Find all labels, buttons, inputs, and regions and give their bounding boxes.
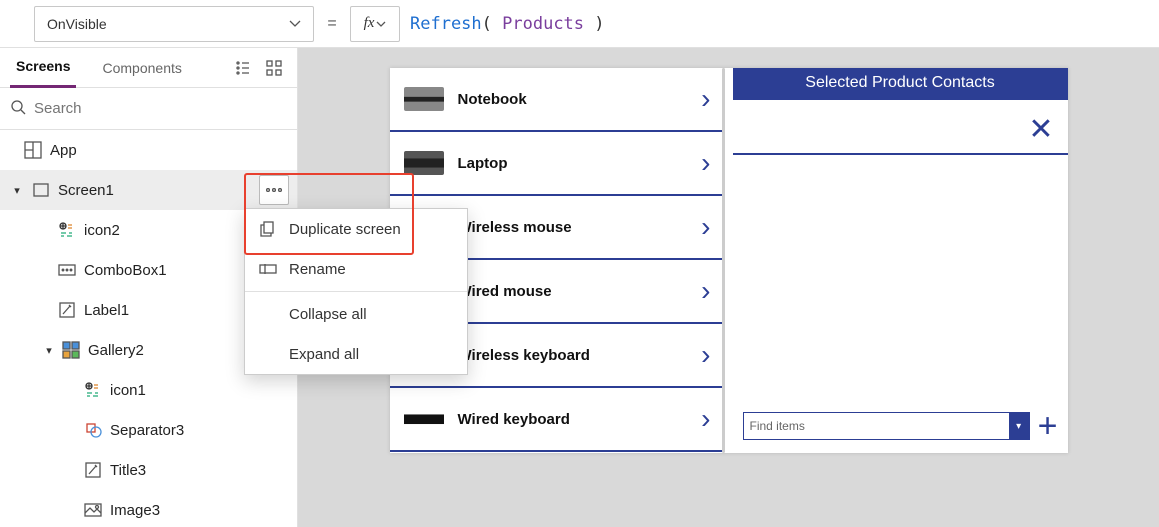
tree-tabs: Screens Components <box>0 48 297 88</box>
product-name: Wireless mouse <box>458 219 688 236</box>
tree-search <box>0 88 297 130</box>
property-selector-label: OnVisible <box>47 16 107 32</box>
app-icon <box>22 141 44 159</box>
chevron-right-icon[interactable]: › <box>701 83 710 115</box>
menu-separator <box>245 291 467 292</box>
expand-icon[interactable]: ▾ <box>10 184 24 197</box>
property-selector[interactable]: OnVisible <box>34 6 314 42</box>
rename-icon <box>259 263 277 275</box>
menu-collapse-all[interactable]: Collapse all <box>245 294 467 334</box>
chevron-down-icon <box>289 16 301 32</box>
formula-input[interactable]: Refresh( Products ) <box>408 14 605 34</box>
more-options-button[interactable] <box>259 175 289 205</box>
contacts-panel: Selected Product Contacts ✕ Find items ▾… <box>733 68 1068 453</box>
menu-label: Collapse all <box>289 306 367 323</box>
group-icon <box>82 381 104 399</box>
grid-view-icon[interactable] <box>261 55 287 81</box>
tab-components[interactable]: Components <box>96 48 187 88</box>
label-icon <box>56 302 78 318</box>
menu-label: Duplicate screen <box>289 221 401 238</box>
chevron-right-icon[interactable]: › <box>701 339 710 371</box>
find-items-combobox[interactable]: Find items ▾ <box>743 412 1030 440</box>
tab-screens[interactable]: Screens <box>10 48 76 88</box>
gallery-icon <box>60 341 82 359</box>
equals-sign: = <box>314 15 350 33</box>
tab-label: Components <box>102 60 181 76</box>
tree-node-label: Title3 <box>110 462 289 479</box>
tab-label: Screens <box>16 58 70 74</box>
tree-node-label: icon1 <box>110 382 289 399</box>
menu-duplicate-screen[interactable]: Duplicate screen <box>245 209 467 249</box>
formula-bar: OnVisible = fx Refresh( Products ) <box>0 0 1159 48</box>
formula-token-datasource: Products <box>502 14 584 34</box>
tree-node-screen1[interactable]: ▾ Screen1 <box>0 170 297 210</box>
product-thumb <box>404 87 444 111</box>
fx-button[interactable]: fx <box>350 6 400 42</box>
panel-title: Selected Product Contacts <box>733 68 1068 100</box>
chevron-down-icon[interactable]: ▾ <box>1009 413 1029 439</box>
chevron-right-icon[interactable]: › <box>701 211 710 243</box>
chevron-down-icon <box>376 19 386 29</box>
gallery-item[interactable]: Wired keyboard › <box>390 388 725 452</box>
search-input[interactable] <box>34 100 287 117</box>
product-name: Laptop <box>458 155 688 172</box>
separator-icon <box>82 422 104 438</box>
screen-icon <box>30 183 52 197</box>
formula-token-function: Refresh <box>410 14 482 34</box>
menu-expand-all[interactable]: Expand all <box>245 334 467 374</box>
app-preview: Notebook › Laptop › Wireless mouse › Wir… <box>390 68 1068 453</box>
tree-node-label: Screen1 <box>58 182 259 199</box>
chevron-right-icon[interactable]: › <box>701 147 710 179</box>
combobox-icon <box>56 264 78 276</box>
product-thumb <box>404 407 444 431</box>
product-name: Wired keyboard <box>458 411 688 428</box>
tree-node-app[interactable]: App <box>0 130 297 170</box>
workspace: Screens Components App ▾ <box>0 48 1159 527</box>
tree-node-icon1[interactable]: icon1 <box>0 370 297 410</box>
tree-node-title3[interactable]: Title3 <box>0 450 297 490</box>
menu-label: Rename <box>289 261 346 278</box>
context-menu: Duplicate screen Rename Collapse all Exp… <box>244 208 468 375</box>
tree-node-label: Image3 <box>110 502 289 519</box>
group-icon <box>56 221 78 239</box>
duplicate-icon <box>259 221 277 237</box>
add-button[interactable]: + <box>1038 409 1058 443</box>
menu-rename[interactable]: Rename <box>245 249 467 289</box>
tree-node-label: App <box>50 142 289 159</box>
expand-icon[interactable]: ▾ <box>42 344 56 357</box>
product-name: Wired mouse <box>458 283 688 300</box>
menu-label: Expand all <box>289 346 359 363</box>
tree-node-label: Separator3 <box>110 422 289 439</box>
product-name: Notebook <box>458 91 688 108</box>
chevron-right-icon[interactable]: › <box>701 403 710 435</box>
product-thumb <box>404 151 444 175</box>
gallery-item[interactable]: Notebook › <box>390 68 725 132</box>
tree-node-image3[interactable]: Image3 <box>0 490 297 527</box>
combobox-placeholder: Find items <box>750 419 805 433</box>
list-view-icon[interactable] <box>231 55 257 81</box>
chevron-right-icon[interactable]: › <box>701 275 710 307</box>
image-icon <box>82 503 104 517</box>
product-name: Wireless keyboard <box>458 347 688 364</box>
search-icon <box>10 99 34 118</box>
close-icon[interactable]: ✕ <box>1028 100 1067 153</box>
tree-node-separator3[interactable]: Separator3 <box>0 410 297 450</box>
label-icon <box>82 462 104 478</box>
gallery-item[interactable]: Laptop › <box>390 132 725 196</box>
fx-label: fx <box>364 15 375 32</box>
panel-footer: Find items ▾ + <box>733 403 1068 453</box>
